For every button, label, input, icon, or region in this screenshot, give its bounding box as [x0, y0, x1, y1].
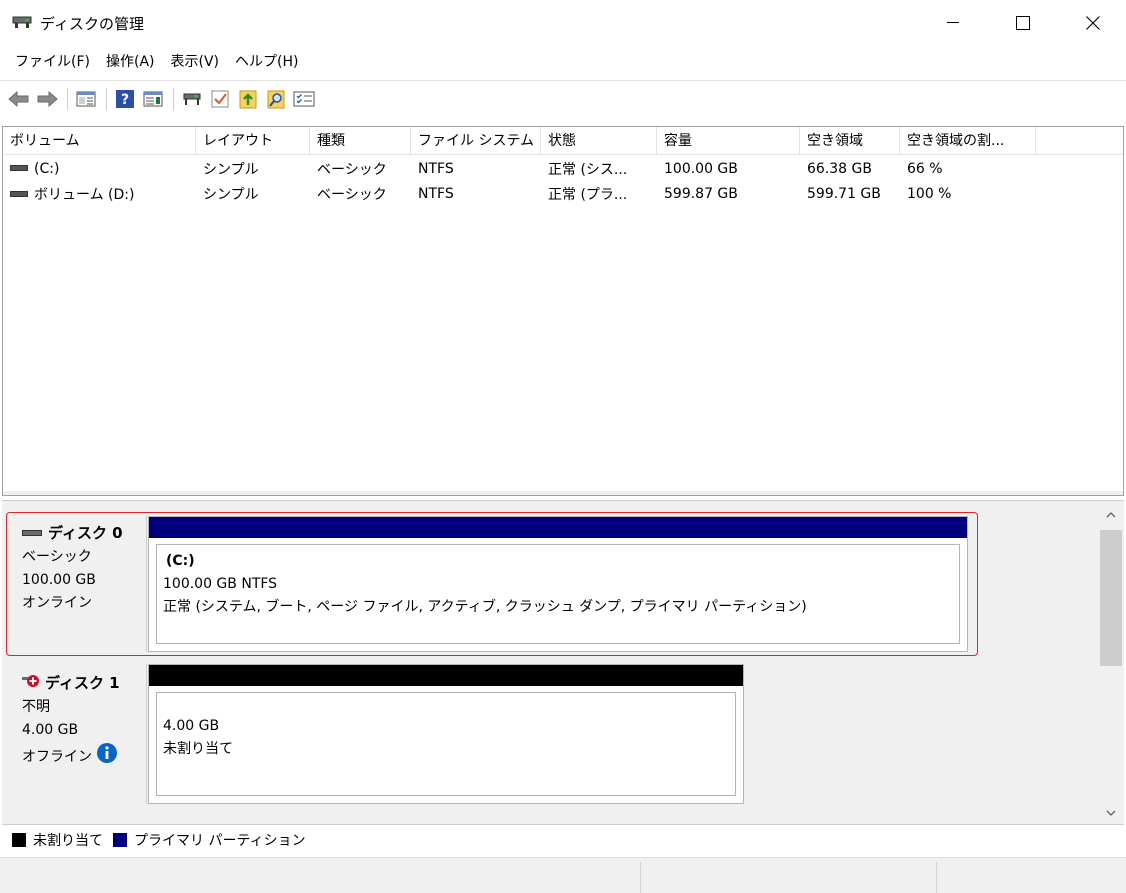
column-header-status[interactable]: 状態 [541, 127, 657, 155]
menu-action[interactable]: 操作(A) [98, 46, 163, 78]
column-header-percent-free[interactable]: 空き領域の割... [900, 127, 1036, 155]
partition-c[interactable]: (C:) 100.00 GB NTFS 正常 (システム, ブート, ページ フ… [148, 516, 968, 652]
horizontal-scroll-edge [3, 491, 1123, 495]
free-space-cell: 599.71 GB [807, 185, 881, 202]
export-icon[interactable] [235, 86, 261, 112]
maximize-button[interactable] [988, 0, 1058, 46]
volume-icon [10, 190, 28, 197]
toolbar-separator [173, 87, 174, 110]
volume-list-header: ボリューム レイアウト 種類 ファイル システム 状態 容量 空き領域 空き領域… [3, 127, 1123, 155]
legend: 未割り当て プライマリ パーティション [2, 824, 1124, 854]
percent-free-cell: 66 % [907, 160, 943, 177]
action-pane-icon[interactable] [140, 86, 166, 112]
scrollbar-thumb[interactable] [1100, 530, 1122, 666]
legend-swatch-primary [113, 832, 127, 847]
disk-error-icon [22, 674, 40, 692]
disk-status: オンライン [22, 595, 92, 611]
list-icon[interactable] [291, 86, 317, 112]
capacity-cell: 100.00 GB [664, 160, 738, 177]
vertical-scrollbar[interactable] [1098, 504, 1124, 824]
status-pane [640, 862, 936, 893]
status-pane [936, 862, 1126, 893]
table-row[interactable]: (C:) シンプル ベーシック NTFS 正常 (シス... 100.00 GB… [3, 156, 1123, 181]
disk-type: 不明 [22, 699, 50, 715]
column-header-type[interactable]: 種類 [310, 127, 411, 155]
disk-0-label[interactable]: ディスク 0 ベーシック 100.00 GB オンライン [10, 516, 147, 652]
status-cell: 正常 (シス... [548, 161, 628, 178]
column-header-layout[interactable]: レイアウト [196, 127, 310, 155]
disk-icon [22, 524, 42, 542]
info-icon[interactable] [96, 742, 118, 772]
partition-state: 正常 (システム, ブート, ページ ファイル, アクティブ, クラッシュ ダン… [163, 599, 807, 615]
partition-unallocated[interactable]: 4.00 GB 未割り当て [148, 664, 744, 804]
disk-size: 4.00 GB [22, 722, 79, 738]
column-header-capacity[interactable]: 容量 [657, 127, 800, 155]
volume-name: (C:) [34, 160, 60, 177]
properties-check-icon[interactable] [207, 86, 233, 112]
status-bar [0, 857, 1126, 893]
menu-view[interactable]: 表示(V) [163, 46, 228, 78]
disk-name: ディスク 0 [48, 524, 123, 542]
volume-list-body: (C:) シンプル ベーシック NTFS 正常 (シス... 100.00 GB… [3, 156, 1123, 206]
forward-arrow-icon[interactable] [34, 86, 60, 112]
toolbar-separator [106, 87, 107, 110]
scroll-down-icon[interactable] [1098, 802, 1124, 824]
partition-size: 4.00 GB [163, 718, 220, 734]
layout-cell: シンプル [203, 161, 259, 178]
partition-title: (C:) [166, 553, 195, 569]
volume-list: ボリューム レイアウト 種類 ファイル システム 状態 容量 空き領域 空き領域… [2, 126, 1124, 496]
free-space-cell: 66.38 GB [807, 160, 872, 177]
help-icon[interactable]: ? [112, 86, 138, 112]
status-cell: 正常 (プラ... [548, 186, 628, 203]
volume-name: ボリューム (D:) [34, 186, 135, 203]
menu-help[interactable]: ヘルプ(H) [227, 46, 306, 78]
partition-size-fs: 100.00 GB NTFS [163, 576, 278, 592]
scroll-up-icon[interactable] [1098, 504, 1124, 526]
menu-file[interactable]: ファイル(F) [7, 46, 98, 78]
partition-type-bar [149, 517, 967, 538]
partition-type-bar [149, 665, 743, 686]
file-system-cell: NTFS [418, 160, 454, 177]
legend-label-unallocated: 未割り当て [33, 832, 103, 849]
type-cell: ベーシック [317, 161, 387, 178]
disk-size: 100.00 GB [22, 572, 96, 588]
column-header-free-space[interactable]: 空き領域 [800, 127, 900, 155]
disk-type: ベーシック [22, 549, 92, 565]
file-system-cell: NTFS [418, 185, 454, 202]
disk-management-icon [12, 14, 32, 30]
console-tree-icon[interactable] [73, 86, 99, 112]
search-icon[interactable] [263, 86, 289, 112]
menu-bar: ファイル(F) 操作(A) 表示(V) ヘルプ(H) [0, 46, 1126, 78]
svg-text:?: ? [121, 92, 129, 108]
layout-cell: シンプル [203, 186, 259, 203]
volume-icon [10, 164, 28, 171]
disk-1-label[interactable]: ディスク 1 不明 4.00 GB オフライン [10, 664, 147, 804]
disk-status: オフライン [22, 748, 92, 765]
legend-label-primary: プライマリ パーティション [134, 832, 306, 849]
window-title: ディスクの管理 [40, 15, 144, 33]
connect-icon[interactable] [179, 86, 205, 112]
type-cell: ベーシック [317, 186, 387, 203]
minimize-button[interactable] [918, 0, 988, 46]
close-button[interactable] [1058, 0, 1126, 46]
toolbar-separator [67, 87, 68, 110]
partition-state: 未割り当て [163, 741, 233, 757]
legend-swatch-unallocated [12, 832, 26, 847]
toolbar: ? [0, 80, 1126, 116]
title-bar: ディスクの管理 [0, 0, 1126, 46]
back-arrow-icon[interactable] [6, 86, 32, 112]
column-header-file-system[interactable]: ファイル システム [411, 127, 541, 155]
column-header-volume[interactable]: ボリューム [3, 127, 196, 155]
percent-free-cell: 100 % [907, 185, 952, 202]
disk-name: ディスク 1 [45, 674, 120, 692]
capacity-cell: 599.87 GB [664, 185, 738, 202]
table-row[interactable]: ボリューム (D:) シンプル ベーシック NTFS 正常 (プラ... 599… [3, 181, 1123, 206]
